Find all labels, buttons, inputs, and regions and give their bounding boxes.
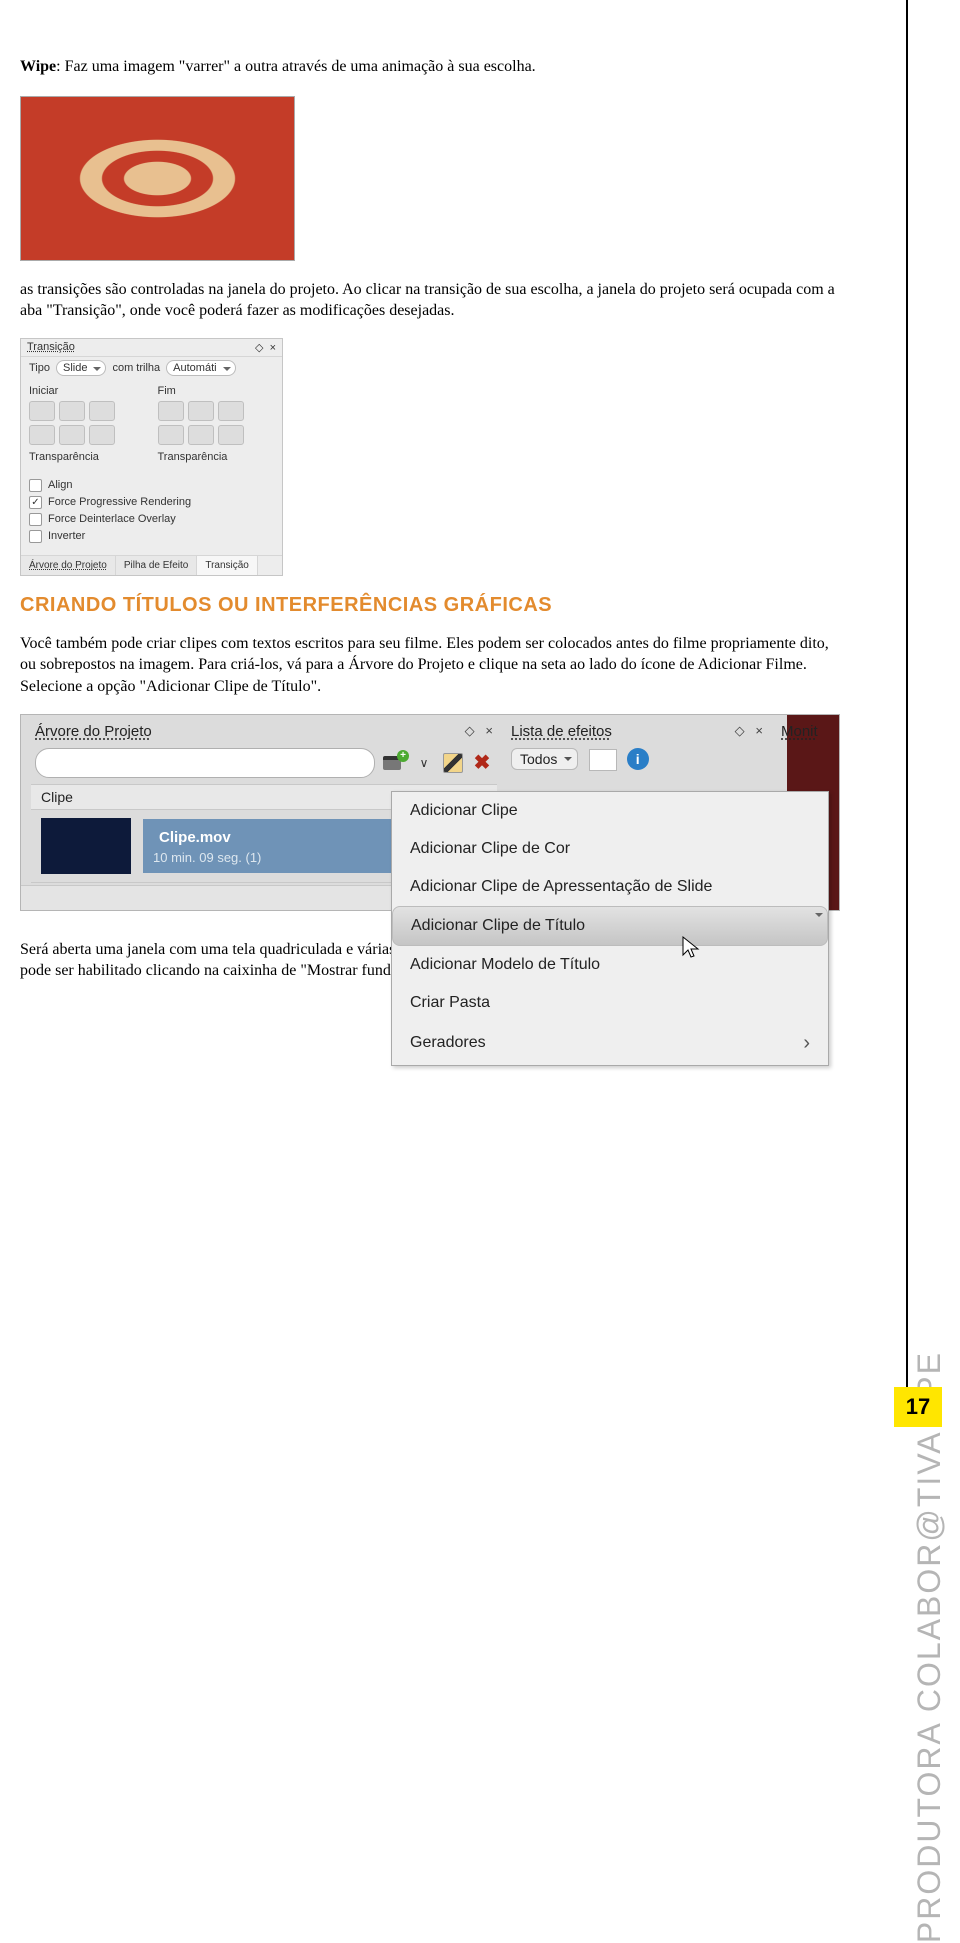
transitions-paragraph: as transições são controladas na janela … [20, 279, 840, 322]
cursor-icon [681, 935, 701, 961]
slot[interactable] [59, 401, 85, 421]
dropdown-arrow-icon[interactable]: ∨ [413, 752, 435, 774]
tab-pilha[interactable]: Pilha de Efeito [116, 556, 198, 575]
pin-close-icons[interactable]: ◇ × [465, 723, 493, 739]
menu-add-titulo[interactable]: Adicionar Clipe de Título [392, 906, 828, 946]
tipo-select[interactable]: Slide [56, 360, 106, 376]
right-border [906, 0, 908, 1405]
menu-criar-pasta[interactable]: Criar Pasta [392, 984, 828, 1022]
slot[interactable] [158, 425, 184, 445]
menu-geradores[interactable]: Geradores [392, 1022, 828, 1065]
clip-thumbnail [41, 818, 131, 874]
inverter-label: Inverter [48, 530, 85, 542]
tipo-label: Tipo [29, 362, 50, 374]
pin-close-icons-2[interactable]: ◇ × [735, 723, 763, 739]
slot[interactable] [218, 425, 244, 445]
slot[interactable] [59, 425, 85, 445]
transition-panel: Transição ◇ × Tipo Slide com trilha Auto… [20, 338, 283, 576]
page-number: 17 [894, 1387, 942, 1427]
align-checkbox[interactable] [29, 479, 42, 492]
slot[interactable] [158, 401, 184, 421]
auto-select[interactable]: Automáti [166, 360, 235, 376]
wipe-paragraph: Wipe: Faz uma imagem "varrer" a outra at… [20, 56, 840, 78]
slot[interactable] [29, 401, 55, 421]
arvore-title: Árvore do Projeto [35, 723, 152, 740]
force-deint-checkbox[interactable] [29, 513, 42, 526]
section-heading: CRIANDO TÍTULOS OU INTERFERÊNCIAS GRÁFIC… [20, 594, 840, 617]
menu-add-modelo[interactable]: Adicionar Modelo de Título [392, 946, 828, 984]
comtrilha-label: com trilha [112, 362, 160, 374]
slot[interactable] [29, 425, 55, 445]
force-prog-checkbox[interactable]: ✓ [29, 496, 42, 509]
info-icon[interactable]: i [627, 748, 649, 770]
todos-select[interactable]: Todos [511, 748, 578, 770]
monit-title: Monit [781, 723, 818, 740]
titles-paragraph: Você também pode criar clipes com textos… [20, 633, 840, 698]
slot[interactable] [89, 425, 115, 445]
edit-icon[interactable] [443, 753, 463, 773]
fim-label: Fim [158, 385, 275, 397]
transparencia-end: Transparência [158, 451, 275, 463]
wipe-example-image [20, 96, 295, 261]
force-prog-label: Force Progressive Rendering [48, 496, 191, 508]
search-input[interactable] [35, 748, 375, 778]
panel-pin-close[interactable]: ◇ × [255, 341, 276, 354]
panel-title: Transição [27, 341, 75, 354]
tab-transicao[interactable]: Transição [197, 556, 258, 575]
slot[interactable] [218, 401, 244, 421]
inverter-checkbox[interactable] [29, 530, 42, 543]
delete-icon[interactable]: ✖ [471, 752, 493, 774]
tab-arvore[interactable]: Árvore do Projeto [21, 556, 116, 575]
filter-box[interactable] [589, 749, 617, 771]
transparencia-start: Transparência [29, 451, 146, 463]
project-tree-panel: Árvore do Projeto ◇ × ∨ ✖ Clipe [20, 714, 840, 911]
wipe-text: : Faz uma imagem "varrer" a outra atravé… [56, 58, 536, 75]
add-clip-icon[interactable] [383, 752, 405, 774]
slot[interactable] [188, 425, 214, 445]
align-label: Align [48, 479, 72, 491]
sidebar-title: PRODUTORA COLABOR@TIVA - PE [911, 1351, 948, 1943]
lista-title: Lista de efeitos [511, 723, 612, 740]
iniciar-label: Iniciar [29, 385, 146, 397]
slot[interactable] [188, 401, 214, 421]
slot[interactable] [89, 401, 115, 421]
clip-name: Clipe.mov [153, 827, 237, 848]
force-deint-label: Force Deinterlace Overlay [48, 513, 176, 525]
wipe-label: Wipe [20, 58, 56, 75]
